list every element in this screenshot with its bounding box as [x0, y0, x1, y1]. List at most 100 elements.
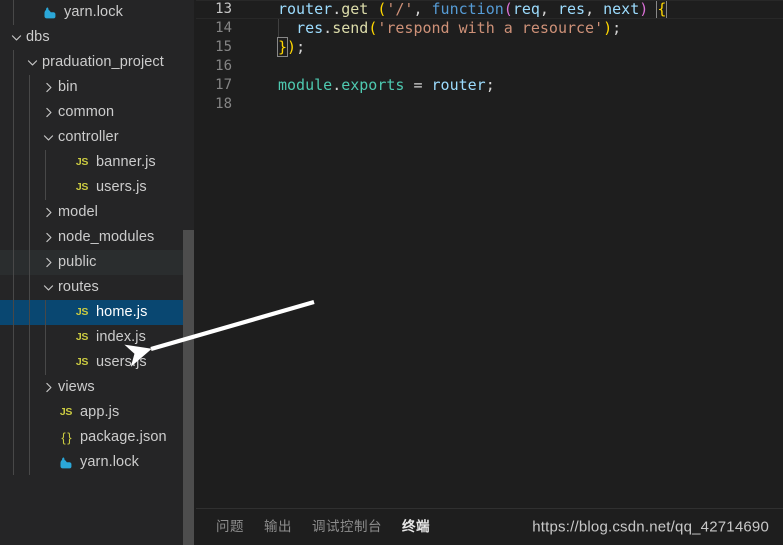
chevron-right-icon[interactable]: [40, 375, 56, 400]
panel-tab-problems[interactable]: 问题: [216, 509, 244, 545]
chevron-down-icon[interactable]: [40, 275, 56, 300]
token-space2: [648, 0, 657, 18]
tree-item-banner-js[interactable]: JS banner.js: [0, 150, 196, 175]
chevron-right-icon[interactable]: [40, 250, 56, 275]
panel-tab-debug-console[interactable]: 调试控制台: [312, 509, 382, 545]
code-line-18[interactable]: 18: [196, 95, 783, 114]
tree-item-bin[interactable]: bin: [0, 75, 196, 100]
line-text: module.exports = router;: [250, 76, 495, 95]
chevron-right-icon[interactable]: [40, 225, 56, 250]
code-line-15[interactable]: 15 });: [196, 37, 783, 57]
tree-item-yarn-lock[interactable]: yarn.lock: [0, 450, 196, 475]
tree-item-routes[interactable]: routes: [0, 275, 196, 300]
indent-guide: [13, 250, 14, 275]
indent-guide: [45, 300, 46, 325]
tree-item-common[interactable]: common: [0, 100, 196, 125]
js-file-icon: JS: [75, 156, 89, 168]
token-paren2-open: (: [503, 0, 513, 18]
chevron-right-icon[interactable]: [40, 100, 56, 125]
line-text: res.send('respond with a resource');: [250, 19, 621, 38]
tree-item-label: package.json: [80, 429, 167, 445]
tree-item-index-js[interactable]: JS index.js: [0, 325, 196, 350]
indent-guide: [29, 450, 30, 475]
indent-guide: [13, 450, 14, 475]
tree-item-home-js[interactable]: JS home.js: [0, 300, 196, 325]
token-dot: .: [323, 19, 333, 37]
chevron-down-icon[interactable]: [24, 50, 40, 75]
tree-item-package-json[interactable]: { } package.json: [0, 425, 196, 450]
line-text: [250, 57, 278, 76]
token-dot: .: [332, 0, 342, 18]
indent-guide: [29, 325, 30, 350]
indent-guide: [13, 175, 14, 200]
indent-guide: [29, 300, 30, 325]
chevron-right-icon[interactable]: [40, 75, 56, 100]
code-line-14[interactable]: 14 res.send('respond with a resource');: [196, 19, 783, 38]
tree-item-label: app.js: [80, 404, 120, 420]
tree-item-controller[interactable]: controller: [0, 125, 196, 150]
token-brace-close: }: [276, 37, 289, 57]
code-line-17[interactable]: 17 module.exports = router;: [196, 76, 783, 95]
tree-item-label: users.js: [96, 354, 147, 370]
yarn-file-icon: [40, 6, 60, 20]
line-number: 15: [215, 39, 232, 55]
line-text: router.get ('/', function(req, res, next…: [250, 0, 668, 19]
indent-guide: [13, 350, 14, 375]
indent-guide: [29, 400, 30, 425]
tree-item-label: model: [58, 204, 98, 220]
indent-guide: [29, 225, 30, 250]
tree-item-label: node_modules: [58, 229, 155, 245]
token-paren-close: ): [603, 19, 613, 37]
token-string: 'respond with a resource': [377, 19, 604, 37]
tree-item-users-js[interactable]: JS users.js: [0, 175, 196, 200]
indent-guide: [13, 300, 14, 325]
code-line-16[interactable]: 16: [196, 57, 783, 76]
indent-guide: [13, 100, 14, 125]
indent-guide: [29, 200, 30, 225]
token-comma2: ,: [539, 0, 558, 18]
tree-item-label: home.js: [96, 304, 148, 320]
indent-guide: [13, 0, 14, 25]
token-equals: =: [404, 76, 432, 94]
indent-guide: [45, 325, 46, 350]
tree-item-dbs[interactable]: dbs: [0, 25, 196, 50]
tree-item-label: public: [58, 254, 97, 270]
watermark-url: https://blog.csdn.net/qq_42714690: [532, 518, 769, 536]
tree-item-users-js[interactable]: JS users.js: [0, 350, 196, 375]
indent-guide: [29, 100, 30, 125]
tree-item-views[interactable]: views: [0, 375, 196, 400]
tree-item-model[interactable]: model: [0, 200, 196, 225]
tree-item-label: index.js: [96, 329, 146, 345]
token-function-kw: function: [431, 0, 504, 18]
token-exports: exports: [341, 76, 405, 94]
explorer-sidebar: yarn.lock dbs praduation_projectbin common c…: [0, 0, 196, 545]
indent-guide: [13, 125, 14, 150]
indent-guide: [29, 250, 30, 275]
chevron-down-icon[interactable]: [8, 25, 24, 50]
tree-item-yarn-lock[interactable]: yarn.lock: [0, 0, 196, 25]
panel-tab-terminal[interactable]: 终端: [402, 509, 430, 545]
indent-guide: [29, 150, 30, 175]
tree-item-praduation-project[interactable]: praduation_project: [0, 50, 196, 75]
tree-item-node-modules[interactable]: node_modules: [0, 225, 196, 250]
js-file-icon: JS: [75, 181, 89, 193]
line-number: 17: [215, 77, 232, 93]
sidebar-scrollbar[interactable]: [183, 230, 194, 545]
token-semicolon: ;: [296, 38, 306, 56]
token-paren-open: (: [368, 19, 378, 37]
token-semicolon: ;: [485, 76, 495, 94]
tree-item-public[interactable]: public: [0, 250, 196, 275]
yarn-file-icon: [56, 456, 76, 470]
panel-tab-output[interactable]: 输出: [264, 509, 292, 545]
indent-guide: [13, 200, 14, 225]
chevron-down-icon[interactable]: [40, 125, 56, 150]
code-line-13[interactable]: 13 router.get ('/', function(req, res, n…: [196, 0, 783, 19]
code-content[interactable]: 13 router.get ('/', function(req, res, n…: [196, 0, 783, 508]
token-dot: .: [332, 76, 342, 94]
indent-guide: [13, 275, 14, 300]
tree-item-label: yarn.lock: [64, 4, 123, 20]
tree-item-label: praduation_project: [42, 54, 164, 70]
chevron-right-icon[interactable]: [40, 200, 56, 225]
tree-item-label: views: [58, 379, 95, 395]
tree-item-app-js[interactable]: JS app.js: [0, 400, 196, 425]
